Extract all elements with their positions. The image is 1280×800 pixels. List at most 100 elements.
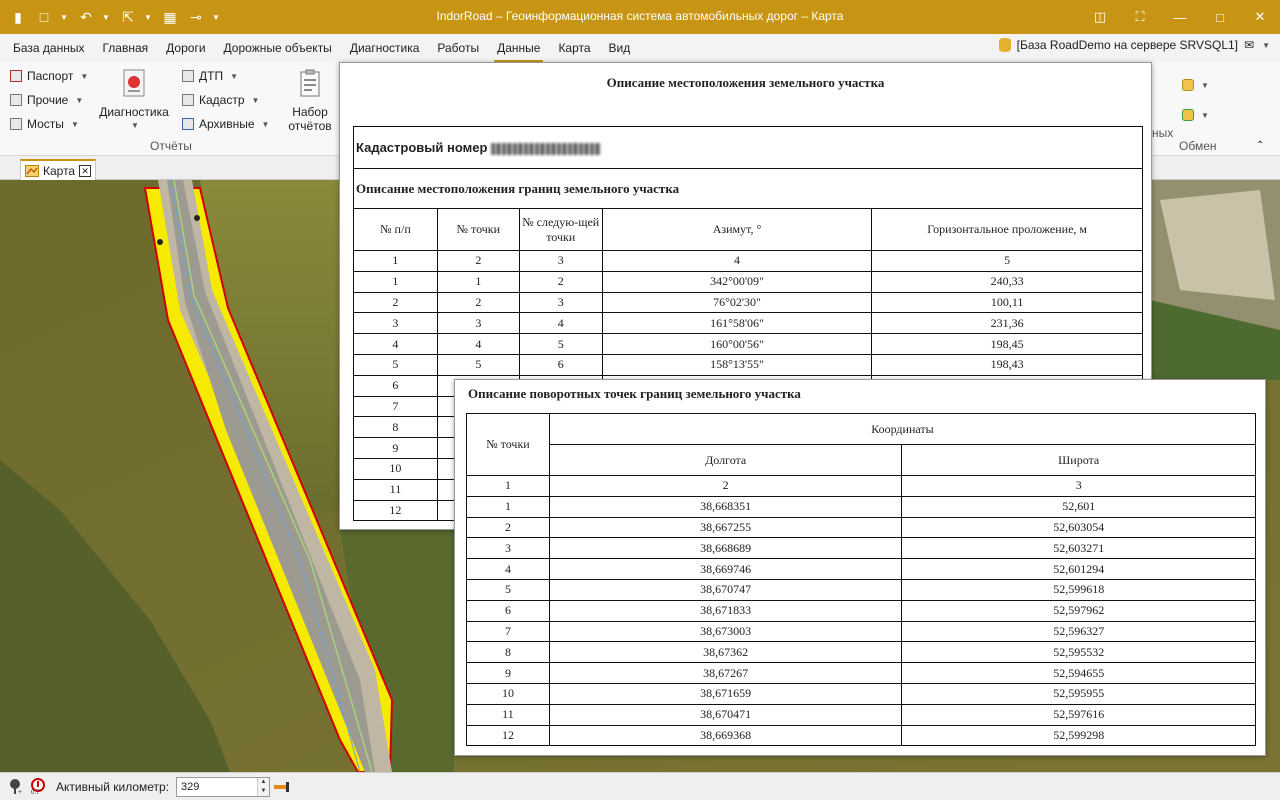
tab-road-objects[interactable]: Дорожные объекты	[215, 34, 341, 62]
help-icon[interactable]: ◫	[1080, 0, 1120, 34]
table-row: 8 38,67362 52,595532	[466, 641, 1256, 664]
table-row: 1 38,668351 52,601	[466, 495, 1256, 518]
layer-toggle-icon[interactable]: +	[8, 777, 24, 795]
table-cell: 158°13'55"	[601, 353, 873, 376]
database-label[interactable]: [База RoadDemo на сервере SRVSQL1]	[1017, 38, 1238, 52]
chevron-down-icon: ▼	[131, 121, 139, 130]
bridge-icon	[10, 118, 22, 130]
table-cell: 3	[466, 537, 550, 560]
mail-icon[interactable]: ✉	[1244, 38, 1254, 52]
table-subheader: Долгота Широта	[467, 444, 1256, 476]
map-icon	[25, 164, 39, 177]
tab-works[interactable]: Работы	[428, 34, 488, 62]
passport-label: Паспорт	[27, 69, 74, 83]
table-row: 7 38,673003 52,596327	[466, 620, 1256, 643]
km-spinner[interactable]: ▲ ▼	[257, 778, 269, 796]
close-icon[interactable]: ✕	[79, 164, 92, 177]
column-number: 4	[601, 250, 873, 272]
column-number: 1	[353, 250, 438, 272]
table-cell: 7	[466, 620, 550, 643]
tab-map[interactable]: Карта	[549, 34, 599, 62]
table-cell: 11	[353, 478, 438, 501]
group-label-exchange: Обмен	[1179, 139, 1217, 153]
tab-database[interactable]: База данных	[4, 34, 93, 62]
cadastre-label: Кадастр	[199, 93, 245, 107]
table-cell: 161°58'06"	[601, 312, 873, 335]
zoom-scale-icon[interactable]: 0.7	[30, 777, 46, 795]
tab-map-document[interactable]: Карта ✕	[20, 159, 97, 180]
archive-label: Архивные	[199, 117, 255, 131]
column-number-row: 1 2 3 4 5	[353, 250, 1143, 272]
table-cell: 198,43	[871, 353, 1143, 376]
group-label-reports: Отчёты	[150, 139, 192, 153]
header-cell: Горизонтальное проложение, м	[871, 208, 1143, 251]
table-cell: 6	[353, 374, 438, 397]
table-cell: 52,601294	[901, 558, 1256, 580]
exchange-import-button[interactable]: ▼	[1182, 74, 1209, 96]
archive-button[interactable]: Архивные ▼	[182, 113, 269, 135]
table-row: 12 38,669368 52,599298	[466, 724, 1256, 747]
status-bar: + 0.7 Активный километр: 329 ▲ ▼	[0, 772, 1280, 800]
collapse-ribbon-icon[interactable]: ⌃	[1256, 134, 1264, 156]
bridges-button[interactable]: Мосты ▼	[10, 113, 79, 135]
table-cell: 38,67362	[548, 641, 903, 664]
dtp-label: ДТП	[199, 69, 224, 83]
dtp-button[interactable]: ДТП ▼	[182, 65, 238, 87]
table-cell: 4	[518, 312, 603, 335]
table-cell: 52,597616	[901, 703, 1256, 726]
report-set-button[interactable]: Набор отчётов	[283, 68, 337, 133]
coordinates-table: № точки Координаты Долгота Широта 1 2 3 …	[466, 413, 1257, 747]
table-cell: 231,36	[871, 312, 1143, 335]
cadastre-icon	[182, 94, 194, 106]
tab-data[interactable]: Данные	[488, 34, 549, 62]
other-button[interactable]: Прочие ▼	[10, 89, 83, 111]
header-cell: Координаты	[548, 413, 1257, 445]
cadastre-button[interactable]: Кадастр ▼	[182, 89, 259, 111]
table-cell: 38,670471	[548, 703, 903, 726]
tab-diagnostics[interactable]: Диагностика	[341, 34, 429, 62]
cadastral-number-row: Кадастровый номер	[353, 126, 1143, 169]
column-number: 3	[901, 475, 1256, 497]
table-cell: 52,595532	[901, 641, 1256, 664]
table-cell: 52,603054	[901, 516, 1256, 539]
passport-icon	[10, 70, 22, 82]
tab-home[interactable]: Главная	[93, 34, 157, 62]
table-cell: 4	[353, 333, 438, 355]
table-cell: 5	[436, 353, 520, 376]
passport-button[interactable]: Паспорт ▼	[10, 65, 88, 87]
fullscreen-icon[interactable]: ⛶	[1120, 0, 1160, 34]
diagnostics-button[interactable]: Диагностика ▼	[96, 68, 172, 133]
exchange-export-button[interactable]: ▼	[1182, 104, 1209, 126]
minimize-button[interactable]: —	[1160, 0, 1200, 34]
table-cell: 52,599618	[901, 578, 1256, 601]
table-cell: 38,67267	[548, 662, 903, 684]
table-cell: 3	[518, 291, 603, 314]
header-cell: № п/п	[353, 208, 438, 251]
report-set-label-1: Набор	[292, 105, 328, 119]
table-cell: 5	[466, 578, 550, 601]
report-set-label-2: отчётов	[288, 119, 332, 133]
table-cell: 240,33	[871, 270, 1143, 293]
table-cell: 2	[518, 270, 603, 293]
table-row: 3 3 4 161°58'06" 231,36	[353, 312, 1143, 335]
chevron-down-icon: ▼	[251, 95, 260, 105]
tab-roads[interactable]: Дороги	[157, 34, 214, 62]
table-cell: 9	[353, 437, 438, 459]
table-row: 5 5 6 158°13'55" 198,43	[353, 353, 1143, 376]
table-header: № п/п № точки № следую-щей точки Азимут,…	[353, 208, 1143, 251]
table-cell: 198,45	[871, 333, 1143, 355]
chevron-down-icon: ▼	[261, 119, 270, 129]
chevron-down-icon[interactable]: ▼	[1262, 41, 1270, 50]
tab-view[interactable]: Вид	[600, 34, 640, 62]
table-row: 6 38,671833 52,597962	[466, 599, 1256, 622]
table-cell: 52,603271	[901, 537, 1256, 560]
active-km-input[interactable]: 329 ▲ ▼	[176, 777, 270, 797]
table-cell: 38,669746	[548, 558, 903, 580]
close-button[interactable]: ✕	[1240, 0, 1280, 34]
table-cell: 38,669368	[548, 724, 903, 747]
header-cell: № точки	[466, 413, 550, 476]
km-marker-icon[interactable]	[274, 781, 294, 793]
active-km-label: Активный километр:	[56, 780, 170, 794]
maximize-button[interactable]: □	[1200, 0, 1240, 34]
bridges-label: Мосты	[27, 117, 64, 131]
